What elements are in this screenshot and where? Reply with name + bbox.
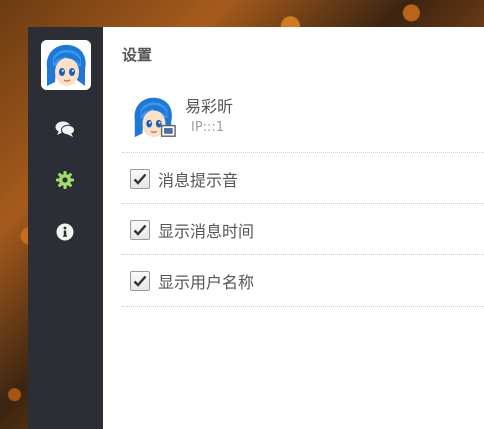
anime-avatar-icon xyxy=(41,40,91,90)
checkmark-icon xyxy=(133,173,147,185)
checkbox[interactable] xyxy=(130,271,150,291)
option-show-username[interactable]: 显示用户名称 xyxy=(130,269,254,293)
option-label: 显示消息时间 xyxy=(158,222,255,241)
checkmark-icon xyxy=(133,224,147,236)
profile-card: 易彩昕 IP:::1 xyxy=(129,93,484,143)
profile-ip: IP:::1 xyxy=(191,120,225,135)
nav-chat[interactable] xyxy=(55,119,75,139)
sidebar xyxy=(28,27,103,429)
checkmark-icon xyxy=(133,275,147,287)
settings-panel: 设置 易彩昕 IP:::1 消息提示音 显示消息时间 显示用户名称 xyxy=(103,27,484,429)
user-avatar[interactable] xyxy=(41,40,91,90)
checkbox[interactable] xyxy=(130,220,150,240)
checkbox[interactable] xyxy=(130,169,150,189)
gear-icon xyxy=(56,171,74,189)
page-title: 设置 xyxy=(122,46,153,64)
option-sound[interactable]: 消息提示音 xyxy=(130,167,238,191)
settings-window: 设置 易彩昕 IP:::1 消息提示音 显示消息时间 显示用户名称 xyxy=(28,27,484,429)
chat-bubbles-icon xyxy=(55,121,75,137)
option-show-time[interactable]: 显示消息时间 xyxy=(130,218,254,242)
divider xyxy=(122,254,484,255)
nav-settings[interactable] xyxy=(55,170,75,190)
info-icon xyxy=(56,223,74,241)
profile-avatar xyxy=(129,93,176,139)
divider xyxy=(122,152,484,153)
profile-name: 易彩昕 xyxy=(185,97,234,116)
option-label: 消息提示音 xyxy=(158,171,239,190)
divider xyxy=(122,203,484,204)
divider xyxy=(122,306,484,307)
option-label: 显示用户名称 xyxy=(158,273,255,292)
nav-info[interactable] xyxy=(55,222,75,242)
anime-avatar-icon xyxy=(134,97,176,138)
